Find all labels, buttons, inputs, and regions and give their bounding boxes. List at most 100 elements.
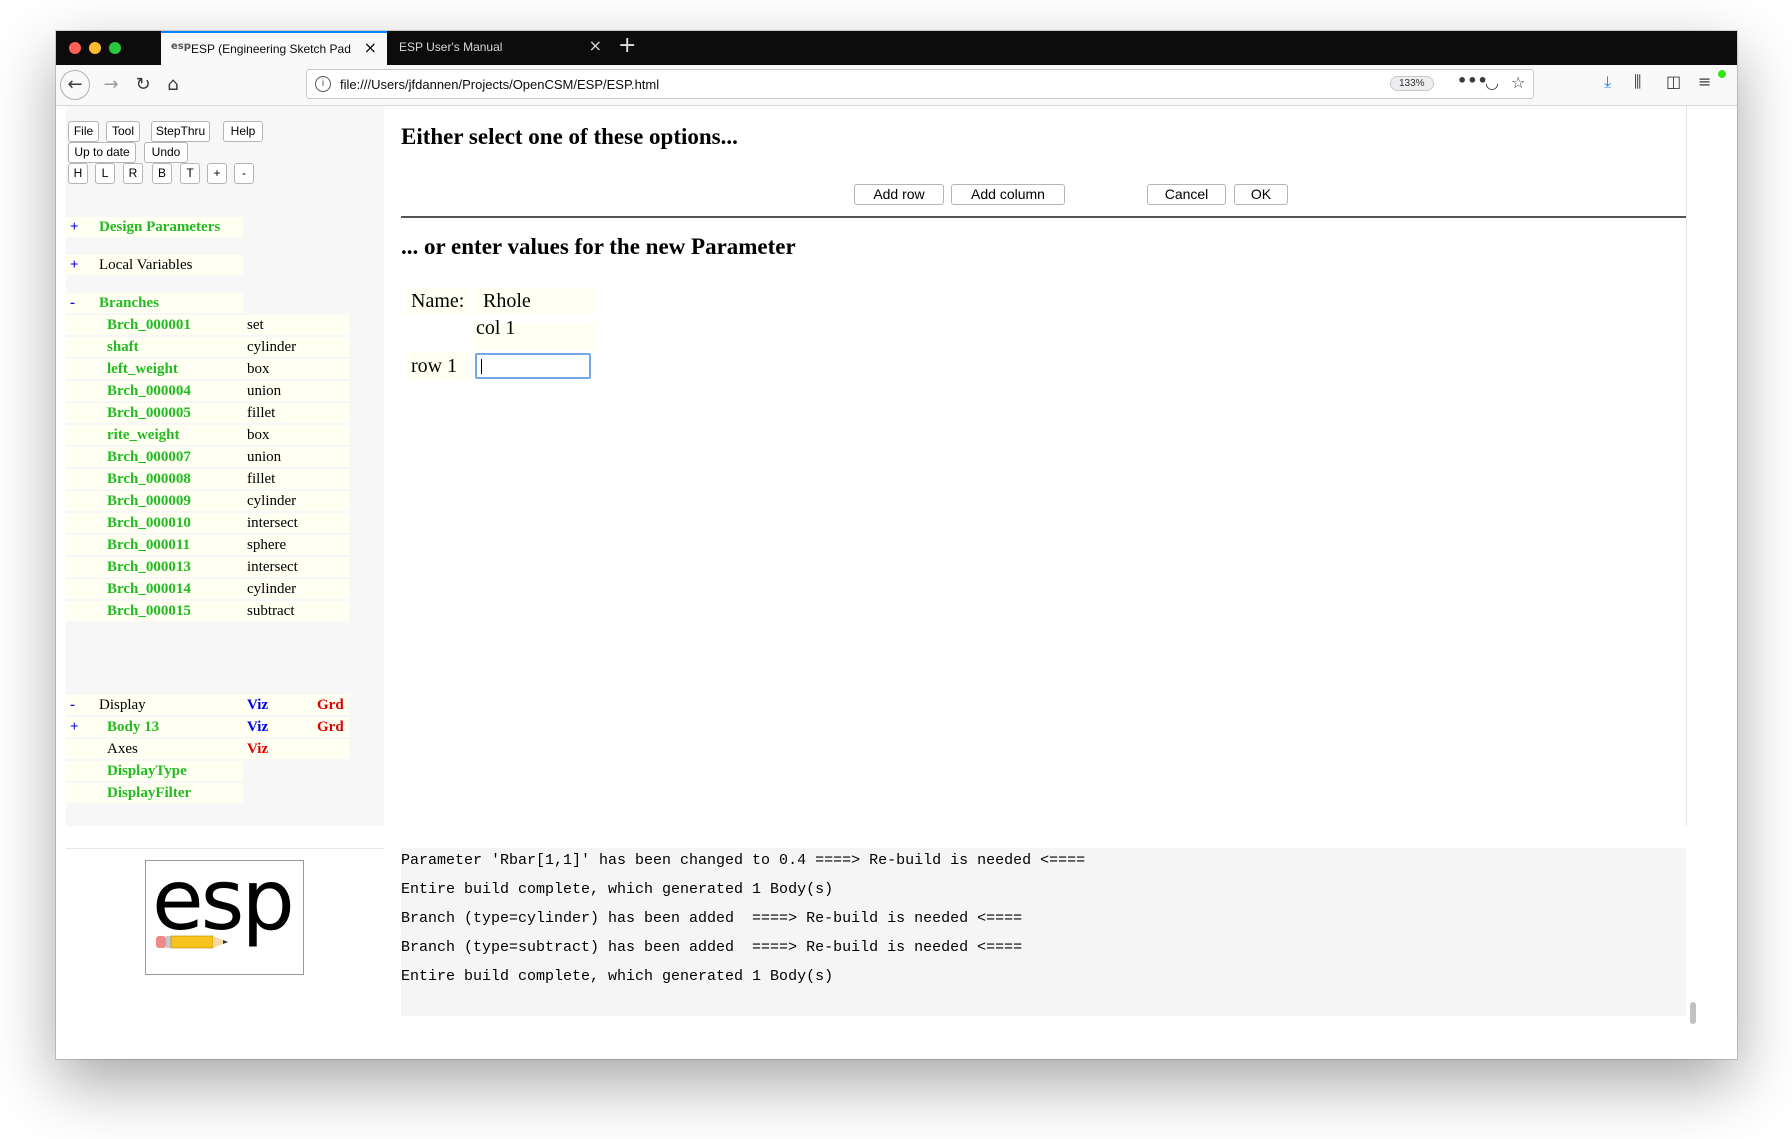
- tool-button[interactable]: Tool: [106, 121, 140, 142]
- cancel-button[interactable]: Cancel: [1147, 184, 1226, 205]
- expand-toggle[interactable]: +: [66, 255, 95, 275]
- download-icon[interactable]: ⤓: [1604, 72, 1611, 92]
- branch-name[interactable]: Brch_000001: [95, 315, 243, 335]
- add-row-button[interactable]: Add row: [854, 184, 944, 205]
- display-filter-label[interactable]: DisplayFilter: [95, 783, 243, 803]
- message-scrollbar[interactable]: [1690, 1002, 1696, 1024]
- axes-label: Axes: [95, 739, 243, 759]
- logo-panel: esp: [66, 848, 384, 1017]
- display-grd-toggle[interactable]: Grd: [313, 695, 349, 715]
- branch-name[interactable]: Brch_000004: [95, 381, 243, 401]
- branch-type[interactable]: fillet: [243, 469, 313, 489]
- branch-name[interactable]: Brch_000014: [95, 579, 243, 599]
- navigation-bar: ← → ↻ ⌂ i file:///Users/jfdannen/Project…: [56, 65, 1737, 106]
- add-column-button[interactable]: Add column: [951, 184, 1065, 205]
- window-minimize-button[interactable]: [89, 42, 101, 54]
- help-button[interactable]: Help: [223, 121, 263, 142]
- spacer: [66, 513, 95, 533]
- view-right-button[interactable]: R: [123, 163, 143, 184]
- row-1-col-1-input[interactable]: [475, 353, 591, 379]
- branch-name[interactable]: Brch_000011: [95, 535, 243, 555]
- url-text[interactable]: file:///Users/jfdannen/Projects/OpenCSM/…: [340, 77, 659, 92]
- branch-type[interactable]: cylinder: [243, 337, 313, 357]
- pocket-icon[interactable]: ◡: [1485, 73, 1499, 92]
- page-actions-icon[interactable]: •••: [1457, 71, 1488, 90]
- local-variables-label[interactable]: Local Variables: [95, 255, 243, 275]
- tab-esp[interactable]: esp ESP (Engineering Sketch Pad, V ×: [161, 31, 387, 65]
- axes-viz-toggle[interactable]: Viz: [243, 739, 313, 759]
- branch-name[interactable]: Brch_000010: [95, 513, 243, 533]
- branch-type[interactable]: intersect: [243, 557, 313, 577]
- zoom-in-button[interactable]: +: [207, 163, 227, 184]
- collapse-toggle[interactable]: -: [66, 695, 95, 715]
- window-close-button[interactable]: [69, 42, 81, 54]
- branch-type[interactable]: cylinder: [243, 491, 313, 511]
- up-to-date-button[interactable]: Up to date: [68, 142, 136, 163]
- body-grd-toggle[interactable]: Grd: [313, 717, 349, 737]
- reload-icon[interactable]: ↻: [128, 70, 158, 100]
- branch-type[interactable]: box: [243, 359, 313, 379]
- branch-name[interactable]: Brch_000008: [95, 469, 243, 489]
- home-icon[interactable]: ⌂: [158, 70, 188, 100]
- body-viz-toggle[interactable]: Viz: [243, 717, 313, 737]
- info-icon[interactable]: i: [315, 76, 331, 92]
- branch-name[interactable]: Brch_000009: [95, 491, 243, 511]
- branch-name[interactable]: rite_weight: [95, 425, 243, 445]
- sidebar-icon[interactable]: ◫: [1666, 72, 1681, 91]
- back-arrow-icon[interactable]: ←: [60, 70, 90, 100]
- spacer: [313, 403, 349, 423]
- file-button[interactable]: File: [68, 121, 99, 142]
- display-viz-toggle[interactable]: Viz: [243, 695, 313, 715]
- name-label: Name:: [411, 290, 465, 312]
- branch-type[interactable]: cylinder: [243, 579, 313, 599]
- forward-arrow-icon[interactable]: →: [96, 70, 126, 100]
- pencil-icon: [156, 935, 228, 949]
- collapse-toggle[interactable]: -: [66, 293, 95, 313]
- branch-type[interactable]: intersect: [243, 513, 313, 533]
- view-top-button[interactable]: T: [180, 163, 200, 184]
- values-heading: ... or enter values for the new Paramete…: [401, 234, 796, 259]
- message-line: Entire build complete, which generated 1…: [401, 881, 834, 898]
- branch-type[interactable]: union: [243, 381, 313, 401]
- display-type-label[interactable]: DisplayType: [95, 761, 243, 781]
- zoom-out-button[interactable]: -: [234, 163, 254, 184]
- branch-name[interactable]: Brch_000007: [95, 447, 243, 467]
- branch-name[interactable]: Brch_000015: [95, 601, 243, 621]
- design-parameters-label[interactable]: Design Parameters: [95, 217, 243, 237]
- expand-toggle[interactable]: +: [66, 217, 95, 237]
- branch-name[interactable]: Brch_000013: [95, 557, 243, 577]
- view-home-button[interactable]: H: [68, 163, 88, 184]
- new-tab-icon[interactable]: +: [618, 33, 636, 58]
- branch-type[interactable]: fillet: [243, 403, 313, 423]
- stepthru-button[interactable]: StepThru: [151, 121, 210, 142]
- close-tab-icon[interactable]: ×: [364, 38, 377, 57]
- column-header: col 1: [476, 317, 516, 339]
- hamburger-menu-icon[interactable]: ≡: [1698, 72, 1711, 91]
- branches-label[interactable]: Branches: [95, 293, 243, 313]
- ok-button[interactable]: OK: [1234, 184, 1288, 205]
- library-icon[interactable]: ⫼: [1634, 72, 1641, 92]
- branch-type[interactable]: box: [243, 425, 313, 445]
- view-left-button[interactable]: L: [95, 163, 115, 184]
- window-maximize-button[interactable]: [109, 42, 121, 54]
- expand-toggle[interactable]: +: [66, 717, 95, 737]
- branch-type[interactable]: set: [243, 315, 313, 335]
- tab-users-manual[interactable]: ESP User's Manual ×: [387, 31, 612, 65]
- update-indicator-icon: [1717, 69, 1727, 79]
- spacer: [66, 579, 95, 599]
- zoom-level-badge[interactable]: 133%: [1390, 76, 1434, 91]
- bookmark-star-icon[interactable]: ☆: [1511, 73, 1525, 92]
- left-panel: File Tool StepThru Help Up to date Undo …: [66, 106, 384, 826]
- branch-type[interactable]: sphere: [243, 535, 313, 555]
- url-bar[interactable]: i file:///Users/jfdannen/Projects/OpenCS…: [306, 69, 1534, 99]
- undo-button[interactable]: Undo: [144, 142, 188, 163]
- spacer: [66, 315, 95, 335]
- body-label[interactable]: Body 13: [95, 717, 243, 737]
- view-bottom-button[interactable]: B: [152, 163, 172, 184]
- branch-name[interactable]: left_weight: [95, 359, 243, 379]
- branch-type[interactable]: union: [243, 447, 313, 467]
- branch-name[interactable]: shaft: [95, 337, 243, 357]
- close-tab-icon[interactable]: ×: [589, 36, 602, 55]
- branch-type[interactable]: subtract: [243, 601, 313, 621]
- branch-name[interactable]: Brch_000005: [95, 403, 243, 423]
